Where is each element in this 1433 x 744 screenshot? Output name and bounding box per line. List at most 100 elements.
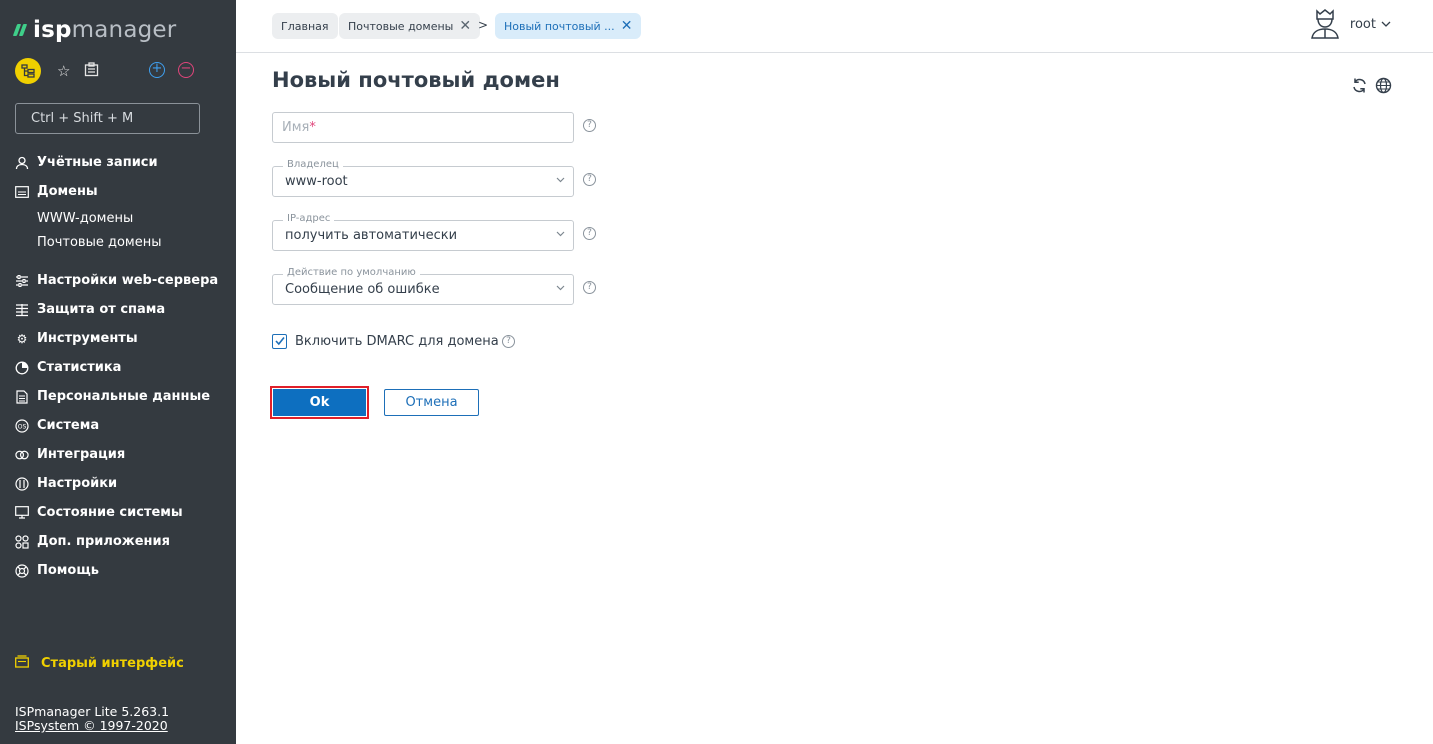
chevron-down-icon [556,229,565,240]
dmarc-checkbox[interactable] [272,334,287,349]
help-icon[interactable]: ? [502,335,515,348]
integration-icon [15,448,29,462]
help-icon[interactable]: ? [583,227,596,240]
chevron-down-icon [556,175,565,186]
quick-actions: ☆ + − [15,58,194,84]
menu-item-label: Персональные данные [37,389,211,404]
default-action-select[interactable]: Действие по умолчанию Сообщение об ошибк… [272,267,574,305]
top-bar: Главная Почтовые домены ✕ > Новый почтов… [236,0,1433,53]
menu-item-label: Интеграция [37,447,126,462]
logo-mark-icon [12,23,29,37]
version-info: ISPmanager Lite 5.263.1 ISPsystem © 1997… [15,705,169,733]
menu-item-extra-apps[interactable]: Доп. приложения [15,527,225,556]
cancel-button[interactable]: Отмена [384,389,479,416]
tree-icon [21,64,35,78]
close-icon[interactable]: ✕ [621,18,633,34]
menu-item-label: Статистика [37,360,122,375]
close-icon[interactable]: ✕ [459,18,471,34]
dmarc-label[interactable]: Включить DMARC для домена [295,334,499,349]
personal-data-icon [15,389,29,404]
menu-item-spam-protection[interactable]: Защита от спама [15,295,225,324]
name-input[interactable]: Имя* [272,112,574,143]
expand-all-icon[interactable]: + [149,62,165,78]
logo[interactable]: ispmanager [12,15,177,45]
help-lifebuoy-icon [15,563,29,578]
favorites-star-icon[interactable]: ☆ [57,62,70,80]
old-interface-link[interactable]: Старый интерфейс [15,655,184,672]
old-interface-icon [15,655,29,672]
breadcrumb-label: Новый почтовый ... [504,19,615,33]
menu-item-label: Инструменты [37,331,138,346]
clipboard-icon[interactable] [84,61,99,81]
menu-item-label: Настройки [37,476,118,491]
svg-text:OS: OS [18,423,27,430]
ip-value: получить автоматически [285,228,458,243]
checkmark-icon [274,337,285,346]
menu-item-label: Помощь [37,563,99,578]
old-interface-label: Старый интерфейс [41,656,184,671]
menu-item-label: Учётные записи [37,155,158,170]
menu-item-label: Домены [37,184,98,199]
version-text: ISPmanager Lite 5.263.1 [15,704,170,719]
menu-item-domains[interactable]: Домены [15,177,225,206]
submenu-item-mail-domains[interactable]: Почтовые домены [15,230,225,254]
apps-icon [15,534,29,549]
logo-text-isp: isp [33,17,72,43]
name-placeholder: Имя* [282,120,316,135]
owner-label: Владелец [283,159,343,170]
help-icon[interactable]: ? [583,119,596,132]
help-icon[interactable]: ? [583,173,596,186]
sidebar: ispmanager ☆ + − Ctrl + Shift + M Учётны… [0,0,236,744]
ok-button-highlight: Ok [270,386,369,419]
breadcrumb-label: Почтовые домены [348,19,454,33]
menu-item-web-server-settings[interactable]: Настройки web-сервера [15,266,225,295]
menu-item-label: Состояние системы [37,505,183,520]
user-menu[interactable]: root [1309,8,1391,40]
refresh-icon[interactable] [1351,77,1368,98]
user-name: root [1349,16,1376,32]
menu-item-system-status[interactable]: Состояние системы [15,498,225,527]
breadcrumb-mail-domains[interactable]: Почтовые домены ✕ [339,13,481,39]
ok-button[interactable]: Ok [273,389,366,416]
monitor-icon [15,506,29,520]
menu-item-help[interactable]: Помощь [15,556,225,585]
menu-item-settings[interactable]: Настройки [15,469,225,498]
users-icon [15,156,29,170]
owner-select[interactable]: Владелец www-root [272,159,574,197]
menu-item-accounts[interactable]: Учётные записи [15,148,225,177]
help-icon[interactable]: ? [583,281,596,294]
default-action-value: Сообщение об ошибке [285,282,440,297]
menu-item-label: Настройки web-сервера [37,273,219,288]
collapse-all-icon[interactable]: − [178,62,194,78]
avatar [1309,8,1341,40]
chevron-down-icon [1381,19,1391,30]
main-menu: Учётные записи Домены WWW-домены Почтовы… [15,148,225,585]
default-action-label: Действие по умолчанию [283,267,420,278]
gear-icon: ⚙ [16,331,28,346]
menu-item-tools[interactable]: ⚙ Инструменты [15,324,225,353]
spam-filter-icon [15,303,29,317]
page-title: Новый почтовый домен [272,68,560,92]
menu-search-input[interactable]: Ctrl + Shift + M [15,103,200,134]
menu-item-system[interactable]: OS Система [15,411,225,440]
settings-icon [15,476,29,491]
menu-item-label: Доп. приложения [37,534,170,549]
logo-text-manager: manager [71,17,177,43]
chevron-down-icon [556,283,565,294]
menu-item-label: Система [37,418,100,433]
globe-help-icon[interactable] [1375,77,1392,98]
breadcrumb-new-mail-domain[interactable]: Новый почтовый ... ✕ [495,13,642,39]
breadcrumb-home[interactable]: Главная [272,13,338,39]
owner-value: www-root [285,174,348,189]
ip-label: IP-адрес [283,213,335,224]
os-icon: OS [15,418,29,433]
submenu-item-www-domains[interactable]: WWW-домены [15,206,225,230]
copyright-link[interactable]: ISPsystem © 1997-2020 [15,719,169,733]
sliders-icon [15,274,29,288]
ip-address-select[interactable]: IP-адрес получить автоматически [272,213,574,251]
menu-item-label: Защита от спама [37,302,166,317]
menu-item-statistics[interactable]: Статистика [15,353,225,382]
menu-tree-button[interactable] [15,58,41,84]
menu-item-personal-data[interactable]: Персональные данные [15,382,225,411]
menu-item-integration[interactable]: Интеграция [15,440,225,469]
